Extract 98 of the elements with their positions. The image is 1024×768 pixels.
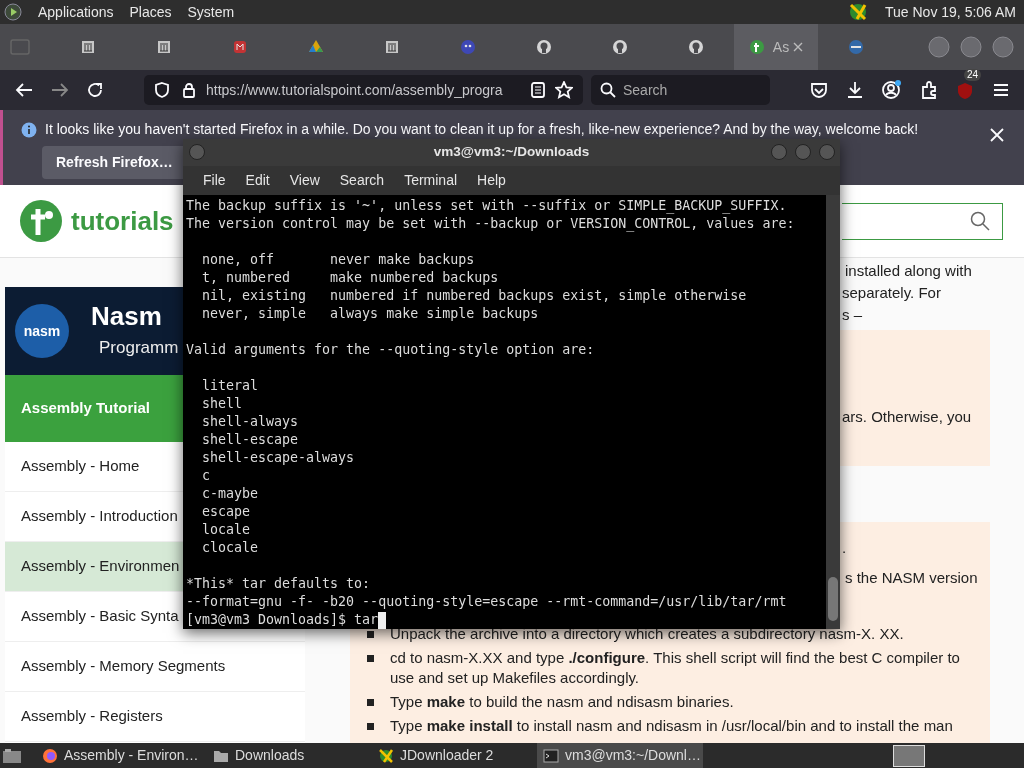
panel-menu[interactable]: System bbox=[187, 1, 235, 23]
menu-icon[interactable] bbox=[992, 82, 1010, 98]
terminal-line: Valid arguments for the --quoting-style option are: bbox=[186, 341, 595, 359]
workspace-switcher[interactable] bbox=[893, 744, 925, 767]
text-line: s – bbox=[842, 305, 862, 325]
text-line: installed along with bbox=[845, 261, 972, 281]
clock: Tue Nov 19, 5:06 AM bbox=[885, 2, 1016, 22]
favicon-icon bbox=[612, 39, 628, 55]
paragraph: Type make to build the nasm and ndisasm binaries. bbox=[390, 692, 734, 712]
download-icon[interactable] bbox=[846, 81, 864, 99]
search-field[interactable] bbox=[842, 202, 1003, 240]
menu-item[interactable]: Edit bbox=[235, 170, 280, 191]
favicon-icon bbox=[156, 39, 172, 55]
nasm-logo: nasm bbox=[15, 304, 69, 358]
favicon-icon bbox=[748, 39, 765, 55]
favicon-icon bbox=[688, 39, 704, 55]
window-title: vm3@vm3:~/Downloads bbox=[433, 143, 590, 162]
text-line: . bbox=[842, 538, 847, 558]
search-field[interactable]: Search bbox=[591, 75, 770, 105]
paragraph: cd to nasm-X.XX and type ./configure. This shell script will find the best C compiler to use and set up Makefiles accordingly. bbox=[390, 648, 961, 688]
taskbar-item[interactable]: Assembly - Environ… bbox=[36, 743, 197, 768]
taskbar-item[interactable]: Downloads bbox=[207, 743, 307, 768]
minimize-icon[interactable] bbox=[928, 36, 950, 58]
paragraph: Unpack the archive into a directory which creates a subdirectory nasm-X. XX. bbox=[390, 624, 904, 644]
banner-subtitle: Programm bbox=[99, 337, 179, 360]
lock-icon[interactable] bbox=[182, 82, 196, 98]
text-line: s the NASM version bbox=[845, 568, 978, 588]
menu-item[interactable]: Terminal bbox=[394, 170, 468, 191]
favicon-icon bbox=[384, 39, 400, 55]
browser-tab[interactable]: As bbox=[734, 24, 818, 70]
back-icon[interactable] bbox=[15, 82, 33, 98]
show-desktop-icon[interactable] bbox=[2, 747, 22, 764]
bullet-icon bbox=[367, 631, 374, 638]
terminal-line: [vm3@vm3 Downloads]$ tar bbox=[186, 611, 379, 629]
info-icon bbox=[21, 121, 37, 138]
terminal-line: never, simple always make simple backups bbox=[201, 305, 539, 323]
terminal-line: shell bbox=[201, 395, 243, 413]
favicon-icon bbox=[232, 39, 248, 55]
paragraph: Type make install to install nasm and ndisasm in /usr/local/bin and to install the man bbox=[390, 716, 953, 736]
terminal-line: literal bbox=[201, 377, 259, 395]
url-field[interactable]: https://www.tutorialspoint.com/assembly_progra bbox=[144, 75, 583, 105]
bullet-icon bbox=[367, 699, 374, 706]
terminal-line: none, off never make backups bbox=[201, 251, 475, 269]
search-icon bbox=[970, 211, 990, 231]
text-line: ars. Otherwise, you bbox=[842, 407, 972, 427]
reload-icon[interactable] bbox=[87, 82, 103, 98]
terminal-line: --format=gnu -f- -b20 --quoting-style=escape --rmt-command=/usr/lib/tar/rmt bbox=[186, 593, 787, 611]
terminal-line: shell-always bbox=[201, 413, 299, 431]
panel-menu[interactable]: Places bbox=[129, 1, 172, 23]
terminal-line: clocale bbox=[201, 539, 259, 557]
favicon-icon bbox=[308, 39, 324, 55]
downloader-icon[interactable] bbox=[847, 1, 869, 23]
reader-view-icon[interactable] bbox=[531, 82, 545, 98]
menu-item[interactable]: Help bbox=[467, 170, 516, 191]
play-icon[interactable] bbox=[4, 3, 22, 21]
terminal-line: t, numbered make numbered backups bbox=[201, 269, 499, 287]
menu-item[interactable]: Search bbox=[329, 170, 395, 191]
favicon-icon bbox=[848, 39, 864, 55]
downloader-icon bbox=[378, 747, 394, 764]
favicon-icon bbox=[80, 39, 96, 55]
logo-text[interactable]: tutorials bbox=[71, 201, 174, 241]
scrollbar[interactable] bbox=[826, 195, 840, 629]
terminal-line: c-maybe bbox=[201, 485, 259, 503]
terminal-icon bbox=[543, 747, 559, 764]
taskbar-item[interactable]: JDownloader 2 bbox=[372, 743, 502, 768]
extensions-icon[interactable] bbox=[920, 81, 938, 99]
pocket-icon[interactable] bbox=[810, 81, 828, 99]
terminal-line: nil, existing numbered if numbered backups exist, simple otherwise bbox=[201, 287, 747, 305]
bullet-icon bbox=[367, 655, 374, 662]
search-icon bbox=[600, 82, 616, 98]
notification-text: It looks like you haven't started Firefox in a while. Do you want to clean it up for a fresh, like-new experience? And by the way, welcome back! bbox=[45, 120, 919, 139]
taskbar-item[interactable]: vm3@vm3:~/Downl… bbox=[537, 743, 703, 768]
bullet-icon bbox=[367, 723, 374, 730]
favicon-icon bbox=[460, 39, 476, 55]
menu-item[interactable]: File bbox=[193, 170, 236, 191]
logo-icon[interactable] bbox=[19, 199, 63, 243]
banner-title: Nasm bbox=[91, 301, 163, 332]
terminal-line: *This* tar defaults to: bbox=[186, 575, 371, 593]
terminal-line: The backup suffix is '~', unless set with --suffix or SIMPLE_BACKUP_SUFFIX. bbox=[186, 197, 787, 215]
terminal-line: locale bbox=[201, 521, 251, 539]
shield-icon[interactable] bbox=[154, 82, 170, 98]
favicon-icon bbox=[536, 39, 552, 55]
terminal-line: c bbox=[201, 467, 211, 485]
bookmark-star-icon[interactable] bbox=[555, 81, 573, 99]
terminal-line: The version control may be set with --backup or VERSION_CONTROL, values are: bbox=[186, 215, 795, 233]
panel-menu[interactable]: Applications bbox=[38, 1, 114, 23]
forward-icon[interactable] bbox=[51, 82, 69, 98]
maximize-icon[interactable] bbox=[960, 36, 982, 58]
account-icon[interactable] bbox=[882, 80, 902, 100]
cursor bbox=[378, 611, 387, 629]
terminal-line: shell-escape-always bbox=[201, 449, 355, 467]
badge-count: 24 bbox=[964, 69, 982, 81]
terminal-line: shell-escape bbox=[201, 431, 299, 449]
terminal-line: escape bbox=[201, 503, 251, 521]
menu-item[interactable]: View bbox=[279, 170, 330, 191]
scroll-thumb[interactable] bbox=[828, 577, 838, 621]
text-line: separately. For bbox=[842, 283, 941, 303]
browser-icon bbox=[42, 747, 58, 764]
